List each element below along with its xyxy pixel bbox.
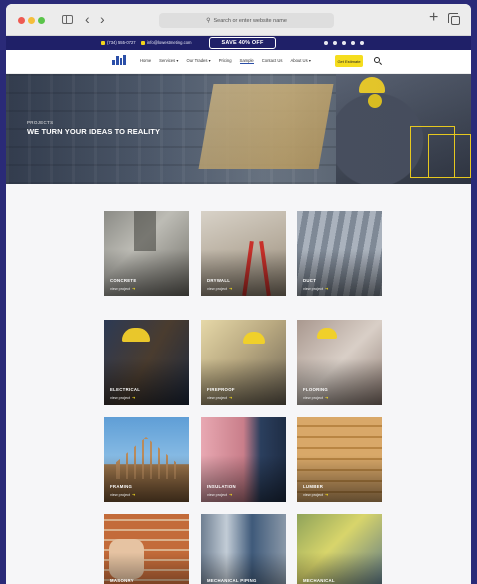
site-header: Home Services ▾ Our Trades ▾ Pricing Sam… [6,50,471,74]
hero-title: WE TURN YOUR IDEAS TO REALITY [27,127,161,136]
site-logo[interactable] [104,54,134,70]
project-title: FLOORING [303,387,329,392]
project-card-framing[interactable]: FRAMING view project ➜ [104,417,189,502]
decorative-frame [428,134,471,178]
phone-number: (734) 555-0727 [107,40,136,45]
arrow-right-icon: ➜ [229,492,233,497]
project-title: INSULATION [207,484,236,489]
view-project-link[interactable]: view project ➜ [110,395,135,400]
nav-item-about-us[interactable]: About Us ▾ [290,58,311,64]
projects-grid: CONCRETE view project ➜ DRYWALL view proj… [6,184,471,584]
close-window-button[interactable] [18,17,25,24]
project-card-fireproof[interactable]: FIREPROOF view project ➜ [201,320,286,405]
arrow-right-icon: ➜ [229,286,233,291]
nav-item-home[interactable]: Home [140,58,151,64]
project-title: MASONRY [110,578,134,583]
top-info-bar: (734) 555-0727 info@lowestmeting.com SAV… [6,36,471,50]
nav-item-contact-us[interactable]: Contact Us [262,58,283,64]
project-card-lumber[interactable]: LUMBER view project ➜ [297,417,382,502]
linkedin-icon[interactable] [351,41,355,45]
project-card-drywall[interactable]: DRYWALL view project ➜ [201,211,286,296]
nav-item-our-trades[interactable]: Our Trades ▾ [187,58,211,64]
view-project-link[interactable]: view project ➜ [303,395,328,400]
arrow-right-icon: ➜ [132,395,136,400]
maximize-window-button[interactable] [38,17,45,24]
browser-toolbar: ‹ › ⚲ Search or enter website name + [6,4,471,36]
arrow-right-icon: ➜ [132,286,136,291]
view-project-link[interactable]: view project ➜ [110,286,135,291]
facebook-icon[interactable] [333,41,337,45]
main-menu: Home Services ▾ Our Trades ▾ Pricing Sam… [140,58,311,64]
tab-overview-icon[interactable] [448,13,460,25]
search-icon[interactable] [374,57,380,63]
project-card-mechanical-piping[interactable]: MECHANICAL PIPING [201,514,286,584]
arrow-right-icon: ➜ [229,395,233,400]
project-title: CONCRETE [110,278,137,283]
instagram-icon[interactable] [342,41,346,45]
sidebar-toggle-icon[interactable] [62,15,73,24]
arrow-right-icon: ➜ [325,286,329,291]
phone-icon [101,40,105,45]
view-project-link[interactable]: view project ➜ [303,286,328,291]
email-link[interactable]: info@lowestmeting.com [141,40,192,45]
view-project-link[interactable]: view project ➜ [110,492,135,497]
back-arrow-icon[interactable]: ‹ [85,11,90,27]
project-title: MECHANICAL PIPING [207,578,257,583]
get-estimate-button[interactable]: Get Estimate [335,55,363,67]
hero-kicker: PROJECTS [27,120,54,125]
view-project-link[interactable]: view project ➜ [207,395,232,400]
project-title: FIREPROOF [207,387,235,392]
project-title: LUMBER [303,484,324,489]
phone-link[interactable]: (734) 555-0727 [101,40,136,45]
project-title: FRAMING [110,484,133,489]
hero-banner: PROJECTS WE TURN YOUR IDEAS TO REALITY [6,74,471,184]
view-project-link[interactable]: view project ➜ [207,492,232,497]
minimize-window-button[interactable] [28,17,35,24]
arrow-right-icon: ➜ [325,395,329,400]
email-address: info@lowestmeting.com [147,40,192,45]
project-card-duct[interactable]: DUCT view project ➜ [297,211,382,296]
mail-icon [141,40,145,45]
nav-item-services[interactable]: Services ▾ [159,58,178,64]
project-card-flooring[interactable]: FLOORING view project ➜ [297,320,382,405]
promo-badge[interactable]: SAVE 40% OFF [209,37,276,49]
nav-item-pricing[interactable]: Pricing [219,58,232,64]
project-title: ELECTRICAL [110,387,141,392]
arrow-right-icon: ➜ [132,492,136,497]
nav-item-sample[interactable]: Sample [239,58,254,64]
youtube-icon[interactable] [360,41,364,45]
project-card-concrete[interactable]: CONCRETE view project ➜ [104,211,189,296]
twitter-icon[interactable] [324,41,328,45]
project-card-insulation[interactable]: INSULATION view project ➜ [201,417,286,502]
new-tab-icon[interactable]: + [429,9,438,27]
browser-window: ‹ › ⚲ Search or enter website name + (73… [6,4,471,584]
project-card-mechanical[interactable]: MECHANICAL [297,514,382,584]
forward-arrow-icon[interactable]: › [100,11,105,27]
address-placeholder: Search or enter website name [213,17,287,24]
project-card-electrical[interactable]: ELECTRICAL view project ➜ [104,320,189,405]
social-links [324,41,364,45]
view-project-link[interactable]: view project ➜ [207,286,232,291]
project-title: DRYWALL [207,278,231,283]
logo-wordmark [104,65,134,68]
address-bar[interactable]: ⚲ Search or enter website name [159,13,334,28]
search-icon: ⚲ [206,18,211,24]
project-title: MECHANICAL [303,578,335,583]
logo-mark-icon [112,55,126,65]
view-project-link[interactable]: view project ➜ [303,492,328,497]
arrow-right-icon: ➜ [325,492,329,497]
project-card-masonry[interactable]: MASONRY [104,514,189,584]
project-title: DUCT [303,278,317,283]
